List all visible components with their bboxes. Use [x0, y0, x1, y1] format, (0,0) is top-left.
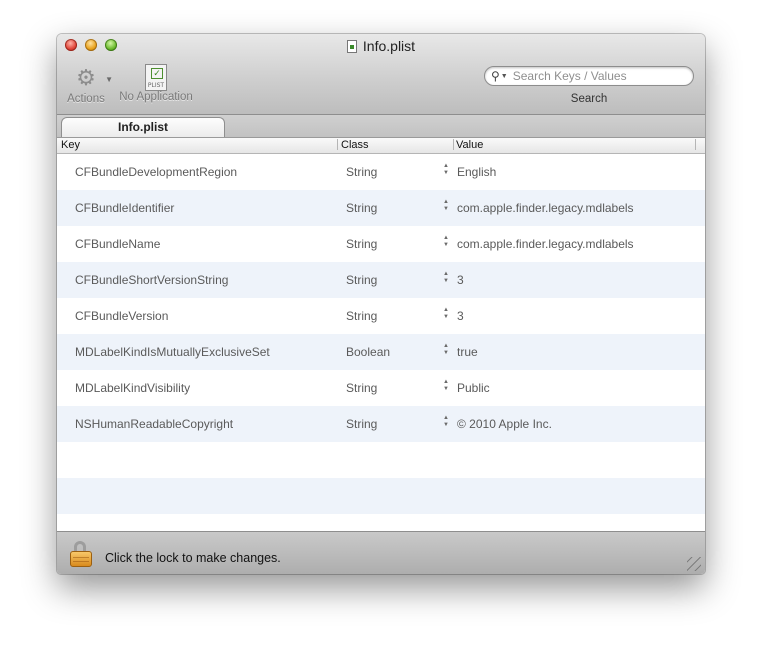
column-header-class[interactable]: Class [341, 139, 369, 151]
table-row[interactable]: CFBundleShortVersionString String ▲ ▼ 3 [57, 262, 705, 298]
search-input[interactable] [512, 69, 663, 83]
value-cell[interactable]: true [457, 345, 478, 359]
table-row[interactable]: CFBundleIdentifier String ▲ ▼ com.apple.f… [57, 190, 705, 226]
key-cell[interactable]: MDLabelKindVisibility [75, 381, 190, 395]
tab-info-plist[interactable]: Info.plist [61, 117, 225, 137]
search-icon[interactable]: ⚲ [491, 70, 500, 82]
table-row[interactable]: MDLabelKindIsMutuallyExclusiveSet Boolea… [57, 334, 705, 370]
key-cell[interactable]: CFBundleShortVersionString [75, 273, 228, 287]
document-icon [346, 39, 357, 53]
search-field[interactable]: ⚲ ▼ [484, 66, 694, 86]
actions-button[interactable]: ⚙ ▼ Actions [65, 65, 113, 106]
table-row[interactable]: CFBundleVersion String ▲ ▼ 3 [57, 298, 705, 334]
gear-icon: ⚙ ▼ [76, 65, 113, 90]
value-cell[interactable]: 3 [457, 273, 464, 287]
window-title-bar: Info.plist [57, 38, 705, 58]
no-application-label: No Application [119, 91, 193, 103]
key-cell[interactable]: NSHumanReadableCopyright [75, 417, 233, 431]
search-label: Search [570, 93, 608, 105]
value-cell[interactable]: 3 [457, 309, 464, 323]
empty-row [57, 442, 705, 478]
stepper-icon[interactable]: ▲ ▼ [441, 235, 451, 249]
class-cell[interactable]: Boolean [346, 345, 390, 359]
column-header-value[interactable]: Value [456, 139, 483, 151]
value-cell[interactable]: com.apple.finder.legacy.mdlabels [457, 237, 634, 251]
plist-editor-window: Info.plist ⚙ ▼ Actions ✓ PLIST No Applica… [57, 34, 705, 574]
stepper-icon[interactable]: ▲ ▼ [441, 163, 451, 177]
value-cell[interactable]: com.apple.finder.legacy.mdlabels [457, 201, 634, 215]
value-cell[interactable]: English [457, 165, 496, 179]
class-cell[interactable]: String [346, 165, 377, 179]
value-cell[interactable]: Public [457, 381, 490, 395]
stepper-icon[interactable]: ▲ ▼ [441, 307, 451, 321]
key-cell[interactable]: CFBundleIdentifier [75, 201, 174, 215]
table-row[interactable]: CFBundleName String ▲ ▼ com.apple.finder.… [57, 226, 705, 262]
column-divider[interactable] [695, 139, 696, 150]
stepper-icon[interactable]: ▲ ▼ [441, 271, 451, 285]
class-cell[interactable]: String [346, 201, 377, 215]
table-row[interactable]: CFBundleDevelopmentRegion String ▲ ▼ Engl… [57, 154, 705, 190]
value-cell[interactable]: © 2010 Apple Inc. [457, 417, 552, 431]
empty-row [57, 478, 705, 514]
stepper-icon[interactable]: ▲ ▼ [441, 379, 451, 393]
window-title: Info.plist [362, 38, 416, 54]
search-options-caret-icon[interactable]: ▼ [501, 73, 508, 80]
class-cell[interactable]: String [346, 273, 377, 287]
lock-status-text: Click the lock to make changes. [105, 551, 281, 565]
stepper-icon[interactable]: ▲ ▼ [441, 415, 451, 429]
toolbar: Info.plist ⚙ ▼ Actions ✓ PLIST No Applica… [57, 34, 705, 115]
actions-label: Actions [67, 93, 105, 105]
status-bar: Click the lock to make changes. [57, 531, 705, 574]
resize-grip-icon[interactable] [687, 557, 701, 571]
column-divider[interactable] [337, 139, 338, 150]
class-cell[interactable]: String [346, 237, 377, 251]
tab-bar: Info.plist [57, 115, 705, 138]
table-row[interactable]: MDLabelKindVisibility String ▲ ▼ Public [57, 370, 705, 406]
key-cell[interactable]: MDLabelKindIsMutuallyExclusiveSet [75, 345, 270, 359]
stepper-icon[interactable]: ▲ ▼ [441, 343, 451, 357]
key-cell[interactable]: CFBundleName [75, 237, 160, 251]
key-cell[interactable]: CFBundleVersion [75, 309, 168, 323]
table-row[interactable]: NSHumanReadableCopyright String ▲ ▼ © 201… [57, 406, 705, 442]
plist-table: CFBundleDevelopmentRegion String ▲ ▼ Engl… [57, 154, 705, 531]
table-header: Key Class Value [57, 138, 705, 154]
open-with-application-button[interactable]: ✓ PLIST No Application [115, 64, 197, 103]
column-header-key[interactable]: Key [61, 139, 80, 151]
class-cell[interactable]: String [346, 381, 377, 395]
class-cell[interactable]: String [346, 309, 377, 323]
class-cell[interactable]: String [346, 417, 377, 431]
key-cell[interactable]: CFBundleDevelopmentRegion [75, 165, 237, 179]
plist-file-icon: ✓ PLIST [145, 64, 167, 91]
lock-icon[interactable] [70, 541, 94, 567]
column-divider[interactable] [453, 139, 454, 150]
stepper-icon[interactable]: ▲ ▼ [441, 199, 451, 213]
